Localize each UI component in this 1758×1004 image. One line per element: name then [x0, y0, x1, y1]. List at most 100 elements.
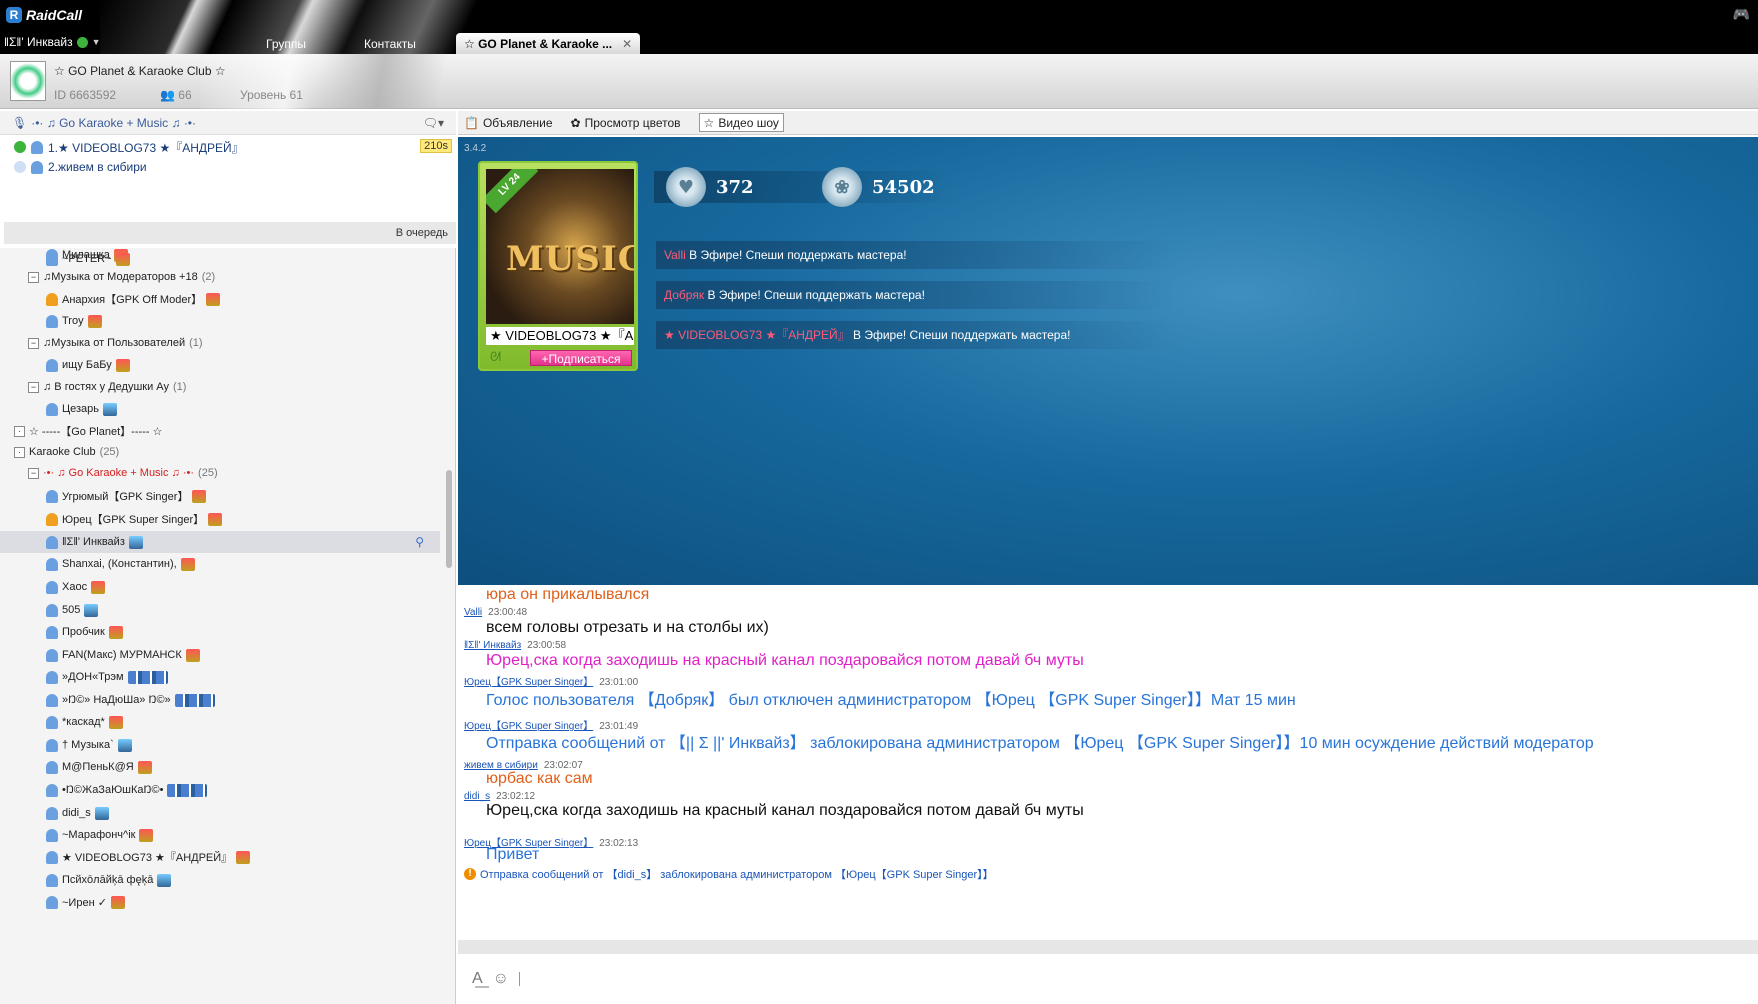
- channel-user[interactable]: ‖Σ‖' Инквайз ⚲: [0, 531, 440, 553]
- current-user[interactable]: ‖Σ‖' Инквайз ▼: [4, 35, 101, 49]
- location-pin-icon[interactable]: ⚲: [415, 535, 424, 549]
- speaker-icon: [14, 141, 26, 153]
- channel-user[interactable]: ищу БаБу: [0, 354, 440, 376]
- tree-item-label: Анархия【GPK Off Moder】: [62, 294, 203, 306]
- channel-user[interactable]: ~Марафонч^ік: [0, 824, 440, 846]
- chat-timestamp: 23:00:58: [527, 640, 567, 651]
- tab-contacts[interactable]: Контакты: [356, 33, 424, 54]
- channel-user[interactable]: Угрюмый【GPK Singer】: [0, 485, 440, 507]
- channel-avatar[interactable]: [10, 61, 46, 101]
- user-icon: [46, 648, 58, 662]
- chat-message: юрбас как сам: [486, 770, 593, 787]
- tree-item-label: ♫Музыка от Модераторов +18: [43, 271, 198, 283]
- channel-user[interactable]: 505: [0, 599, 440, 621]
- notice-user: Valli: [664, 248, 686, 262]
- on-air-notice: Valli В Эфире! Спеши поддержать мастера!: [656, 241, 1176, 269]
- collapse-toggle-icon[interactable]: ·: [14, 425, 25, 437]
- queue-item[interactable]: 2.живем в сибири: [4, 157, 456, 177]
- chat-nick-link[interactable]: Valli: [464, 607, 482, 618]
- heart-icon[interactable]: ♥: [666, 167, 706, 207]
- channel-user[interactable]: Анархия【GPK Off Moder】: [0, 288, 440, 310]
- view-flowers-button[interactable]: ✿ Просмотр цветов: [571, 116, 681, 130]
- channel-user[interactable]: •Ŋ©ЖаЗаЮшКаŊ©•: [0, 779, 440, 801]
- tree-item-label: ищу БаБу: [62, 359, 112, 371]
- channel-user[interactable]: Юрец【GPK Super Singer】: [0, 508, 440, 530]
- raidcall-icon: R: [6, 7, 22, 23]
- rose-icon[interactable]: ❀: [822, 167, 862, 207]
- collapse-toggle-icon[interactable]: −: [28, 467, 39, 479]
- collapse-toggle-icon[interactable]: −: [28, 381, 39, 393]
- group-count: (1): [173, 381, 187, 393]
- mic-icon[interactable]: 🎙: [12, 116, 27, 130]
- channel-user[interactable]: ~Ирен ✓: [0, 891, 440, 913]
- announcement-button[interactable]: 📋 Объявление: [464, 116, 553, 130]
- channel-user[interactable]: M@ПеньК@Я: [0, 756, 440, 778]
- chevron-down-icon[interactable]: ▼: [92, 37, 101, 47]
- channel-user[interactable]: FAN(Макс) МУРМАНСК: [0, 644, 440, 666]
- on-air-notice: ★ VIDEOBLOG73 ★『АНДРЕЙ』 В Эфире! Спеши п…: [656, 321, 1176, 349]
- channel-user[interactable]: Shanxai, (Константин),: [0, 553, 440, 575]
- channel-user[interactable]: † Музыка`: [0, 734, 440, 756]
- level-badge: LV 24: [486, 169, 539, 214]
- channel-group[interactable]: − ♫ В гостях у Дедушки Ау (1): [0, 376, 440, 398]
- channel-user[interactable]: didi_s: [0, 802, 440, 824]
- rank-badge-icon: [206, 292, 221, 306]
- user-icon: [46, 625, 58, 639]
- announcement-icon: 📋: [464, 115, 479, 130]
- chat-message-meta: didi_s 23:02:12: [458, 791, 535, 802]
- collapse-toggle-icon[interactable]: −: [28, 337, 39, 349]
- channel-user[interactable]: *каскад*: [0, 711, 440, 733]
- tree-item-label: ♫ В гостях у Дедушки Ау: [43, 381, 169, 393]
- hearts-count: 372: [716, 176, 754, 198]
- performer-card[interactable]: LV 24 MUSIC ★ VIDEOBLOG73 ★『АН ᘛ +Подпис…: [478, 161, 638, 371]
- tree-item-label: Troy: [62, 315, 84, 327]
- mic-room-title: ·•· ♫ Go Karaoke + Music ♫ ·•·: [31, 115, 197, 130]
- font-icon[interactable]: A͟: [472, 970, 483, 988]
- chat-message: всем головы отрезать и на столбы их): [486, 619, 769, 636]
- message-input-bar[interactable]: A͟ ☺: [460, 954, 1758, 1004]
- tab-groups[interactable]: Группы: [258, 33, 314, 54]
- channel-user[interactable]: ★ VIDEOBLOG73 ★『АНДРЕЙ』: [0, 846, 440, 868]
- collapse-toggle-icon[interactable]: ·: [14, 446, 25, 458]
- channel-group[interactable]: − ♫Музыка от Пользователей (1): [0, 332, 440, 354]
- channel-user[interactable]: ~PETER~: [0, 248, 440, 270]
- close-icon[interactable]: ✕: [622, 37, 632, 51]
- gamepad-icon[interactable]: 🎮: [1733, 6, 1750, 23]
- channel-group[interactable]: · ☆ -----【Go Planet】----- ☆: [0, 420, 440, 442]
- app-logo: R RaidCall: [6, 5, 82, 25]
- performer-image: LV 24 MUSIC: [486, 169, 634, 324]
- chat-nick-link[interactable]: ‖Σ‖' Инквайз: [464, 640, 521, 651]
- tree-item-label: ★ VIDEOBLOG73 ★『АНДРЕЙ』: [62, 852, 233, 864]
- warning-icon: !: [464, 868, 476, 880]
- channel-user[interactable]: Troy: [0, 310, 440, 332]
- join-queue-button[interactable]: В очередь: [396, 227, 448, 239]
- channel-user[interactable]: Цезарь: [0, 398, 440, 420]
- queue-item[interactable]: 1.★ VIDEOBLOG73 ★『АНДРЕЙ』 210s: [4, 137, 456, 157]
- channel-user[interactable]: »Ŋ©» НаДюШа» Ŋ©»: [0, 689, 440, 711]
- emoji-icon[interactable]: ☺: [493, 970, 509, 988]
- rank-badge-icon: [103, 402, 118, 416]
- queue-item-label: 1.★ VIDEOBLOG73 ★『АНДРЕЙ』: [48, 140, 244, 155]
- chat-nick-link[interactable]: didi_s: [464, 791, 490, 802]
- tree-item-label: »ДОН«Трэм: [62, 671, 124, 683]
- online-status-icon[interactable]: [76, 36, 88, 48]
- subscribe-button[interactable]: +Подписаться: [530, 350, 632, 366]
- video-show-button[interactable]: ☆ Видео шоу: [698, 113, 784, 132]
- tree-item-label: Цезарь: [62, 403, 100, 415]
- system-message: ! Отправка сообщений от 【didi_s】 заблокир…: [458, 866, 994, 882]
- channel-user[interactable]: Псйхōлāйķā фęķā: [0, 869, 440, 891]
- user-icon: [46, 314, 58, 328]
- message-input[interactable]: [519, 972, 521, 986]
- channel-user[interactable]: Хаос: [0, 576, 440, 598]
- user-icon: [46, 252, 58, 266]
- tree-item-label: ~Ирен ✓: [62, 896, 107, 909]
- channel-tree: Милашка − ♫Музыка от Модераторов +18 (2) Ана…: [0, 248, 456, 1004]
- channel-group[interactable]: − ·•· ♫ Go Karaoke + Music ♫ ·•· (25): [0, 462, 440, 484]
- tree-scrollbar[interactable]: [446, 470, 452, 568]
- collapse-toggle-icon[interactable]: −: [28, 271, 39, 283]
- mic-options-icon[interactable]: 🗨▾: [423, 116, 444, 130]
- channel-group[interactable]: · Karaoke Club (25): [0, 441, 440, 463]
- tab-channel[interactable]: ☆ GO Planet & Karaoke ... ✕: [456, 33, 641, 54]
- channel-user[interactable]: Пробчик: [0, 621, 440, 643]
- channel-user[interactable]: »ДОН«Трэм: [0, 666, 440, 688]
